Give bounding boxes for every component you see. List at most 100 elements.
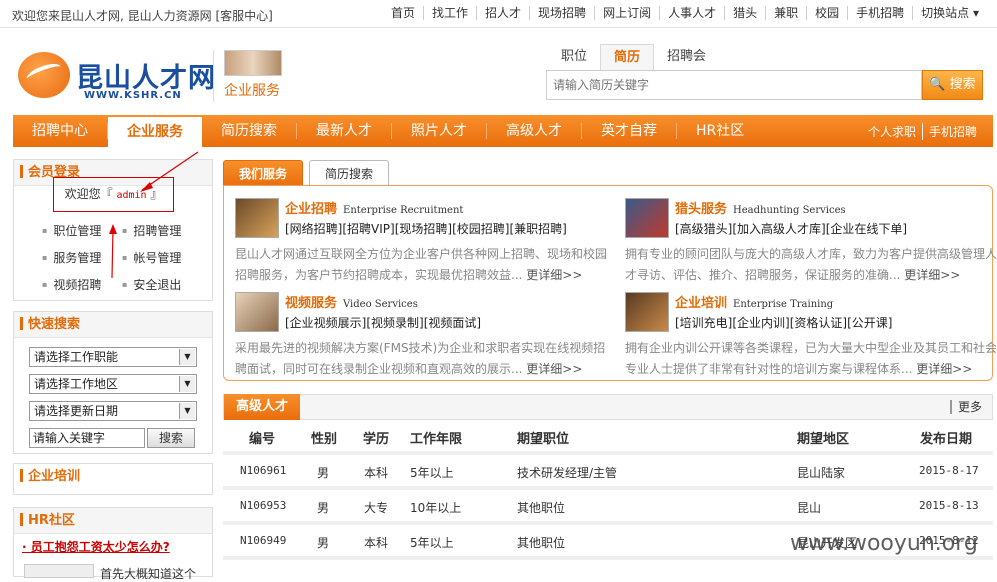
- select-job-function[interactable]: 请选择工作职能 ▼: [29, 347, 197, 367]
- cell-position[interactable]: 其他职位: [517, 534, 565, 551]
- nav-senior-talent[interactable]: 高级人才: [487, 123, 582, 139]
- top-link-parttime[interactable]: 兼职: [765, 6, 806, 20]
- service-title-en: Enterprise Recruitment: [343, 205, 464, 216]
- menu-video-recruit[interactable]: 视频招聘: [42, 276, 101, 293]
- senior-more-link[interactable]: 更多: [949, 400, 982, 414]
- service-title-cn: 视频服务: [285, 296, 338, 311]
- cell-area: 昆山陆家: [797, 466, 846, 480]
- search-tab-resume[interactable]: 简历: [600, 44, 655, 70]
- top-bar: 欢迎您来昆山人才网, 昆山人力资源网 [客服中心] 首页 找工作 招人才 现场招…: [0, 0, 997, 28]
- top-link-campus[interactable]: 校园: [806, 6, 847, 20]
- service-title[interactable]: 猎头服务 Headhunting Services: [675, 198, 846, 217]
- service-desc: 拥有专业的顾问团队与庞大的高级人才库，致力为客户提供高级管理人才寻访、评估、推介…: [625, 244, 997, 286]
- nav-self-recommend[interactable]: 英才自荐: [582, 123, 677, 139]
- keyword-input[interactable]: 请输入关键字: [29, 428, 145, 448]
- cell-date: 2015-8-17: [919, 464, 979, 477]
- nav-recruit-center[interactable]: 招聘中心: [13, 123, 108, 139]
- col-header-id: 编号: [249, 432, 276, 447]
- more-link[interactable]: 更详细>>: [526, 268, 582, 282]
- nav-mobile-recruit[interactable]: 手机招聘: [921, 123, 983, 140]
- nav-hr-community[interactable]: HR社区: [677, 123, 763, 139]
- col-header-education: 学历: [363, 432, 390, 447]
- search-button[interactable]: 🔍 搜索: [922, 70, 983, 100]
- nav-job-seeker[interactable]: 个人求职: [862, 123, 922, 140]
- welcome-text: 欢迎您来昆山人才网, 昆山人力资源网 [客服中心]: [12, 9, 273, 23]
- cell-position[interactable]: 技术研发经理/主管: [517, 464, 617, 481]
- search-tab-fair[interactable]: 招聘会: [654, 44, 719, 70]
- people-photo-icon: [224, 50, 282, 76]
- top-link-onsite[interactable]: 现场招聘: [529, 6, 594, 20]
- cell-area: 昆山: [797, 501, 822, 515]
- logo-url: WWW.KSHR.CN: [84, 90, 182, 101]
- hr-community-panel: HR社区 · 员工抱怨工资太少怎么办? 首先大概知道这个: [13, 507, 213, 581]
- cell-id[interactable]: N106949: [240, 534, 286, 547]
- cell-id[interactable]: N106953: [240, 499, 286, 512]
- search-box: [546, 70, 922, 100]
- top-link-subscribe[interactable]: 网上订阅: [594, 6, 659, 20]
- person-photo-icon: [235, 292, 279, 332]
- quick-search-button[interactable]: 搜索: [147, 428, 195, 448]
- handwriting-icon: [625, 292, 669, 332]
- service-title-en: Headhunting Services: [733, 205, 846, 216]
- service-tabs: 我们服务 简历搜索: [223, 160, 395, 186]
- chevron-down-icon: ▼: [179, 376, 195, 392]
- service-links[interactable]: [网络招聘][招聘VIP][现场招聘][校园招聘][兼职招聘]: [285, 220, 567, 237]
- table-row[interactable]: N106953 男 大专 10年以上 其他职位 昆山 2015-8-13: [223, 491, 993, 523]
- select-work-area-value: 请选择工作地区: [34, 377, 119, 391]
- cell-id[interactable]: N106961: [240, 464, 286, 477]
- cell-date: 2015-8-13: [919, 499, 979, 512]
- row-divider: [223, 521, 993, 525]
- tab-resume-search[interactable]: 简历搜索: [309, 160, 390, 186]
- service-title[interactable]: 视频服务 Video Services: [285, 292, 418, 311]
- select-update-date[interactable]: 请选择更新日期 ▼: [29, 401, 197, 421]
- hr-snippet: 首先大概知道这个: [100, 567, 197, 581]
- tab-our-services[interactable]: 我们服务: [223, 160, 304, 186]
- services-box: 企业招聘 Enterprise Recruitment [网络招聘][招聘VIP]…: [223, 185, 997, 381]
- watermark-text: www.wooyun.org: [790, 531, 978, 556]
- nav-enterprise-service[interactable]: 企业服务: [108, 117, 202, 147]
- cell-experience: 10年以上: [410, 501, 462, 515]
- more-link[interactable]: 更详细>>: [904, 268, 960, 282]
- nav-latest-talent[interactable]: 最新人才: [297, 123, 392, 139]
- cell-education: 本科: [364, 536, 389, 550]
- top-link-recruit[interactable]: 招人才: [476, 6, 529, 20]
- quick-search-panel: 快速搜索 请选择工作职能 ▼ 请选择工作地区 ▼ 请选择更新日期 ▼ 请输入关键字 搜…: [13, 311, 213, 454]
- row-divider: [223, 486, 993, 490]
- senior-talent-bar: 高级人才 更多: [223, 394, 993, 420]
- nav-photo-talent[interactable]: 照片人才: [392, 123, 487, 139]
- col-header-experience: 工作年限: [410, 432, 463, 447]
- menu-job-manage[interactable]: 职位管理: [42, 222, 101, 239]
- select-job-function-value: 请选择工作职能: [34, 350, 119, 364]
- cell-education: 本科: [364, 466, 389, 480]
- cell-gender: 男: [317, 466, 330, 480]
- top-link-find-job[interactable]: 找工作: [423, 6, 476, 20]
- service-links[interactable]: [企业视频展示][视频录制][视频面试]: [285, 314, 481, 331]
- col-header-position: 期望职位: [517, 432, 570, 447]
- top-link-headhunt[interactable]: 猎头: [724, 6, 765, 20]
- select-work-area[interactable]: 请选择工作地区 ▼: [29, 374, 197, 394]
- enterprise-service-label: 企业服务: [224, 83, 280, 99]
- top-link-home[interactable]: 首页: [383, 6, 423, 20]
- training-title[interactable]: 企业培训: [14, 464, 212, 490]
- more-link[interactable]: 更详细>>: [526, 362, 582, 376]
- top-link-mobile[interactable]: 手机招聘: [847, 6, 912, 20]
- row-divider: [223, 451, 993, 455]
- top-link-hr[interactable]: 人事人才: [659, 6, 724, 20]
- table-row[interactable]: N106961 男 本科 5年以上 技术研发经理/主管 昆山陆家 2015-8-…: [223, 456, 993, 488]
- service-desc: 采用最先进的视频解决方案(FMS技术)为企业和求职者实现在线视频招聘面试，同时可…: [235, 338, 607, 380]
- cell-position[interactable]: 其他职位: [517, 499, 565, 516]
- search-input[interactable]: [547, 71, 907, 99]
- menu-service-manage[interactable]: 服务管理: [42, 249, 101, 266]
- hr-headline-link[interactable]: · 员工抱怨工资太少怎么办?: [22, 538, 170, 555]
- search-tab-job[interactable]: 职位: [548, 44, 600, 70]
- service-title[interactable]: 企业培训 Enterprise Training: [675, 292, 833, 311]
- enterprise-service-badge[interactable]: 企业服务: [213, 50, 293, 102]
- service-title[interactable]: 企业招聘 Enterprise Recruitment: [285, 198, 463, 217]
- cell-experience: 5年以上: [410, 536, 454, 550]
- service-links[interactable]: [培训充电][企业内训][资格认证][公开课]: [675, 314, 892, 331]
- service-desc: 拥有企业内训公开课等各类课程，已为大量大中型企业及其员工和社会专业人士提供了非常…: [625, 338, 997, 380]
- more-link[interactable]: 更详细>>: [916, 362, 972, 376]
- service-links[interactable]: [高级猎头][加入高级人才库][企业在线下单]: [675, 220, 907, 237]
- top-link-switch-site[interactable]: 切换站点 ▾: [912, 6, 987, 20]
- nav-resume-search[interactable]: 简历搜索: [202, 123, 297, 139]
